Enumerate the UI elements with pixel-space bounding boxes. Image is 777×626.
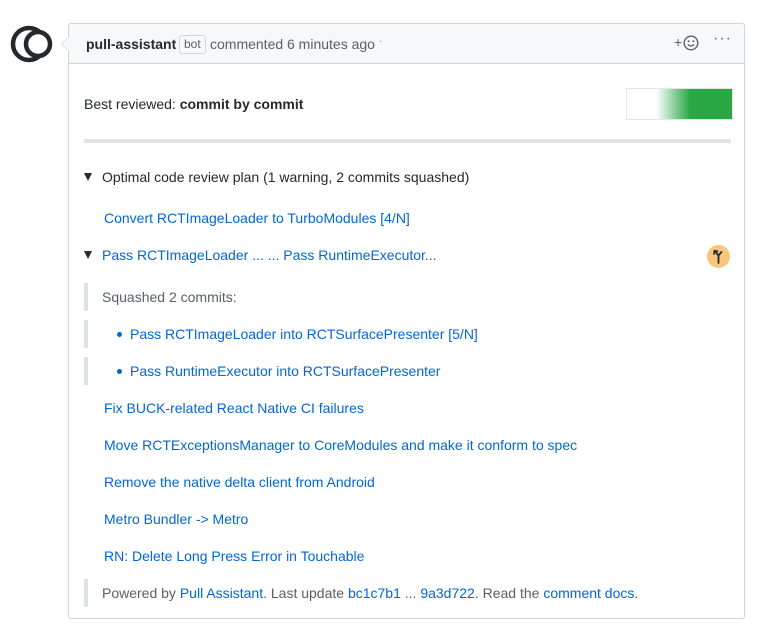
- commit-link[interactable]: Metro Bundler -> Metro: [104, 511, 248, 527]
- comment-timestamp[interactable]: 6 minutes ago: [287, 36, 375, 52]
- powered-by-text: Powered by: [102, 585, 176, 601]
- best-reviewed-value: commit by commit: [179, 96, 304, 112]
- review-plan-toggle[interactable]: Optimal code review plan (1 warning, 2 c…: [84, 169, 469, 185]
- section-divider: [84, 139, 731, 143]
- bot-badge: bot: [179, 35, 206, 54]
- comment-action: commented: [210, 36, 284, 52]
- quote-bar: [84, 579, 88, 607]
- edited-dot: ·: [379, 36, 383, 47]
- smiley-icon: [683, 35, 699, 51]
- last-update-text: . Last update: [263, 585, 345, 601]
- comment-box: pull-assistant bot commented 6 minutes a…: [68, 23, 745, 619]
- squashed-commit-link[interactable]: Pass RuntimeExecutor into RCTSurfacePres…: [130, 363, 440, 379]
- expanded-triangle-icon: [84, 173, 92, 181]
- pull-assistant-link[interactable]: Pull Assistant: [180, 585, 263, 601]
- author-link[interactable]: pull-assistant: [86, 36, 176, 52]
- add-reaction-button[interactable]: +: [674, 33, 702, 53]
- to-commit-link[interactable]: 9a3d722: [420, 585, 475, 601]
- review-progress-bar: [626, 88, 733, 120]
- plus-label: +: [674, 34, 683, 50]
- bullet: [117, 369, 122, 374]
- squashed-group-link[interactable]: Pass RCTImageLoader ... ... Pass Runtime…: [102, 247, 437, 263]
- squashed-label: Squashed 2 commits:: [102, 289, 237, 305]
- review-plan-title: Optimal code review plan (1 warning, 2 c…: [102, 169, 470, 185]
- commit-link[interactable]: Remove the native delta client from Andr…: [104, 474, 375, 490]
- best-reviewed-line: Best reviewed: commit by commit: [84, 96, 303, 112]
- comment-docs-link[interactable]: comment docs: [543, 585, 634, 601]
- merge-warning-icon[interactable]: [707, 245, 730, 268]
- comment-pointer-inner: [62, 37, 69, 51]
- from-commit-link[interactable]: bc1c7b1: [348, 585, 401, 601]
- range-ellipsis: ...: [404, 585, 417, 601]
- bot-avatar[interactable]: [10, 22, 54, 66]
- squashed-commit-link[interactable]: Pass RCTImageLoader into RCTSurfacePrese…: [130, 326, 478, 342]
- bullet: [117, 332, 122, 337]
- quote-bar: [84, 357, 88, 385]
- footer-note: Powered by Pull Assistant. Last update b…: [102, 585, 638, 601]
- quote-bar: [84, 320, 88, 348]
- comment-header: pull-assistant bot commented 6 minutes a…: [69, 24, 744, 64]
- commit-link[interactable]: Convert RCTImageLoader to TurboModules […: [104, 210, 410, 226]
- expanded-triangle-icon: [84, 251, 92, 259]
- commit-link[interactable]: RN: Delete Long Press Error in Touchable: [104, 548, 364, 564]
- more-options-button[interactable]: ···: [713, 30, 732, 48]
- footer-period: .: [634, 585, 639, 601]
- quote-bar: [84, 283, 88, 311]
- squashed-group-toggle[interactable]: Pass RCTImageLoader ... ... Pass Runtime…: [84, 247, 437, 263]
- review-progress-fill: [656, 89, 732, 119]
- read-the-text: . Read the: [474, 585, 540, 601]
- commit-link[interactable]: Move RCTExceptionsManager to CoreModules…: [104, 437, 577, 453]
- commit-link[interactable]: Fix BUCK-related React Native CI failure…: [104, 400, 364, 416]
- best-reviewed-label: Best reviewed:: [84, 96, 176, 112]
